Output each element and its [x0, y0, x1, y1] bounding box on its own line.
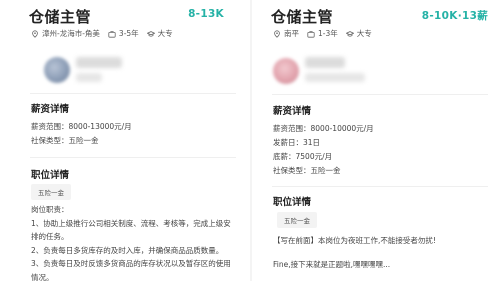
- job-section-heading: 职位详情: [273, 197, 312, 208]
- insurance-type: 社保类型：五险一金: [31, 136, 99, 145]
- recruiter-title-blurred: [76, 73, 102, 82]
- location-pin-icon: [274, 29, 280, 38]
- meta-experience: 3-5年: [108, 28, 139, 39]
- salary-badge: 8-10K·13薪: [421, 10, 488, 22]
- payday: 发薪日：31日: [273, 138, 321, 147]
- desc-line: 3、负责每日及时反馈多货商品的库存状况以及暂存区的使用: [31, 259, 231, 268]
- desc-line: 情况。: [31, 272, 54, 281]
- meta-education: 大专: [146, 28, 173, 39]
- meta-education: 大专: [345, 28, 372, 39]
- salary-range: 薪资范围：8000-10000元/月: [273, 124, 374, 133]
- meta-location: 南平: [273, 28, 299, 39]
- salary-section-heading: 薪资详情: [31, 104, 70, 115]
- job-description: 岗位职责： 1、协助上级推行公司相关制度、流程、考核等，完成上级安 排的任务。 …: [31, 203, 231, 281]
- job-desc-line: Fine,接下来就是正题啦,嘿嘿嘿嘿...: [273, 260, 391, 269]
- desc-line: 2、负责每日多货库存的及时入库，并确保商品品质数量。: [31, 245, 224, 255]
- job-meta: 南平 1-3年 大专: [273, 28, 380, 39]
- job-desc-line: 【写在前面】本岗位为夜班工作,不能接受者勿扰!: [273, 236, 436, 245]
- location-pin-icon: [32, 29, 38, 38]
- meta-experience: 1-3年: [307, 28, 338, 39]
- desc-title: 岗位职责：: [31, 205, 69, 214]
- benefit-tag: 五险一金: [277, 212, 317, 228]
- education-text: 大专: [157, 29, 173, 38]
- recruiter-name-blurred: [76, 57, 122, 68]
- base-salary: 底薪：7500元/月: [273, 152, 333, 161]
- desc-line: 排的任务。: [31, 232, 69, 241]
- divider: [272, 94, 488, 95]
- location-text: 南平: [284, 29, 299, 38]
- job-card-left[interactable]: 仓储主管 8-13K 漳州-龙海市-角美 3-5年 大专 薪资详情 薪资范围：8…: [0, 0, 250, 281]
- insurance-type: 社保类型：五险一金: [273, 166, 341, 175]
- job-section-heading: 职位详情: [31, 170, 70, 181]
- job-meta: 漳州-龙海市-角美 3-5年 大专: [31, 28, 181, 39]
- salary-badge: 8-13K: [188, 8, 224, 20]
- avatar[interactable]: [44, 57, 70, 83]
- briefcase-icon: [307, 30, 315, 38]
- job-title: 仓储主管: [29, 8, 92, 26]
- recruiter-title-blurred: [305, 73, 365, 82]
- meta-location: 漳州-龙海市-角美: [31, 28, 100, 39]
- salary-range: 薪资范围：8000-13000元/月: [31, 122, 132, 131]
- divider: [272, 186, 488, 187]
- experience-text: 3-5年: [118, 29, 139, 38]
- recruiter-profile[interactable]: [24, 53, 224, 87]
- divider: [30, 93, 236, 94]
- location-text: 漳州-龙海市-角美: [42, 29, 100, 38]
- salary-section-heading: 薪资详情: [273, 106, 312, 117]
- graduation-cap-icon: [345, 30, 354, 37]
- avatar[interactable]: [273, 58, 299, 84]
- experience-text: 1-3年: [318, 29, 338, 38]
- desc-line: 1、协助上级推行公司相关制度、流程、考核等，完成上级安: [31, 218, 231, 228]
- education-text: 大专: [356, 29, 372, 38]
- job-card-right[interactable]: 仓储主管 8-10K·13薪 南平 1-3年 大专 薪资详情 薪资范围：8000…: [252, 0, 500, 281]
- recruiter-profile[interactable]: [252, 53, 452, 87]
- graduation-cap-icon: [146, 30, 155, 37]
- divider: [30, 157, 236, 158]
- benefit-tag: 五险一金: [31, 184, 71, 200]
- briefcase-icon: [108, 30, 116, 38]
- recruiter-name-blurred: [305, 57, 345, 68]
- job-title: 仓储主管: [271, 8, 334, 26]
